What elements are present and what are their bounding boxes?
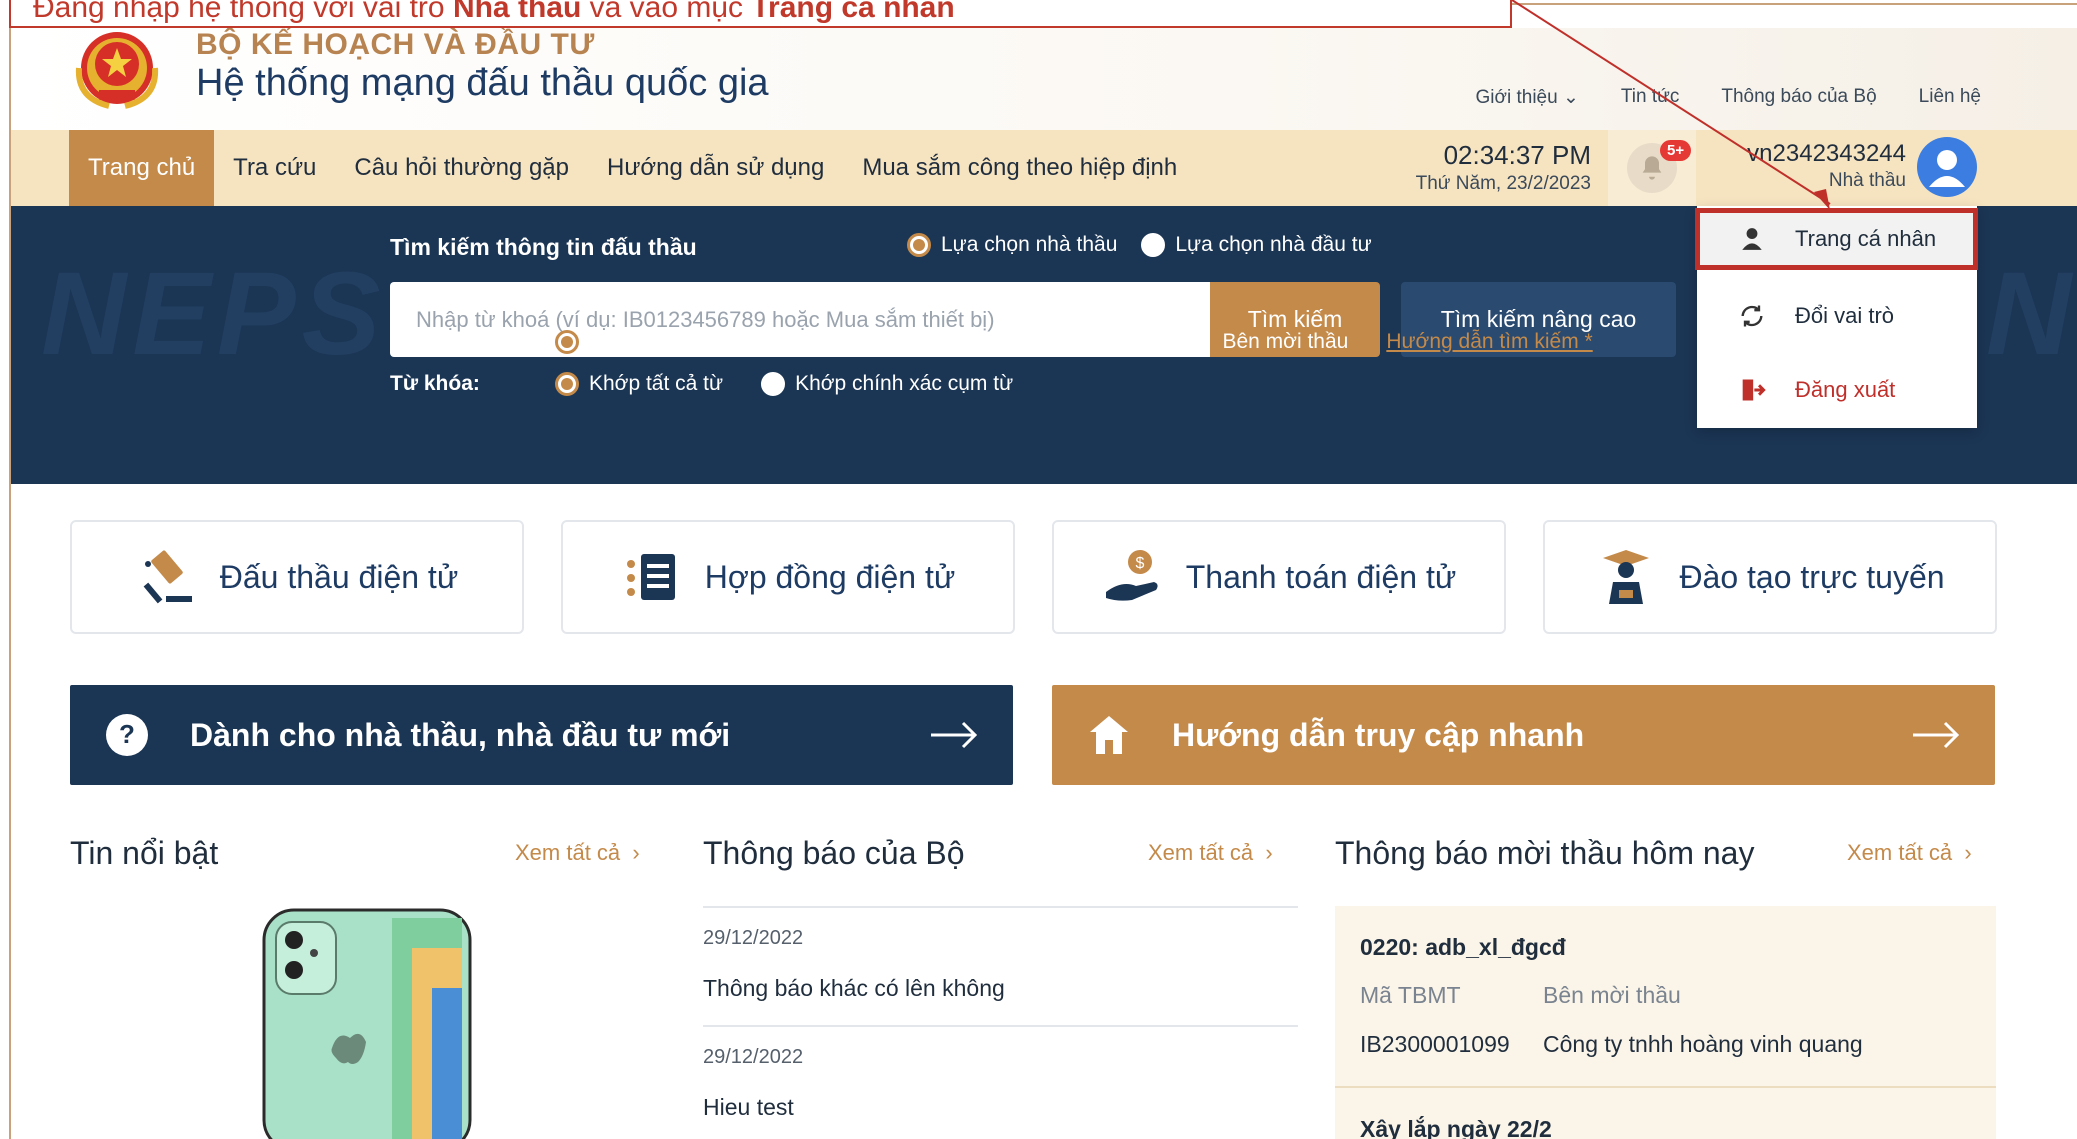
system-title: Hệ thống mạng đấu thầu quốc gia: [196, 62, 769, 104]
page: BỘ KẾ HOẠCH VÀ ĐẦU TƯ Hệ thống mạng đấu …: [0, 0, 2077, 1139]
radio-checked-icon: [555, 330, 579, 354]
radio-match-all-words[interactable]: Khớp tất cả từ: [555, 372, 723, 396]
divider: [703, 1025, 1298, 1027]
neps-watermark: NEPS: [41, 248, 387, 380]
main-nav: Trang chủ Tra cứu Câu hỏi thường gặp Hướ…: [11, 130, 2077, 206]
see-all-news-link[interactable]: Xem tất cả ›: [515, 840, 640, 866]
notification-badge: 5+: [1660, 140, 1692, 161]
notice-date: 29/12/2022: [703, 1046, 804, 1068]
card-e-contract[interactable]: Hợp đồng điện tử: [561, 520, 1015, 634]
nav-public-procurement[interactable]: Mua sắm công theo hiệp định: [843, 130, 1196, 206]
notice-title[interactable]: Thông báo khác có lên không: [703, 975, 1005, 1002]
role-radio-group: Lựa chọn nhà thầu Lựa chọn nhà đầu tư: [907, 233, 1372, 257]
radio-unchecked-icon: [1141, 233, 1166, 257]
checkbox-icon: [999, 330, 1024, 354]
checkbox-procuring-entity[interactable]: Bên mời thầu: [1182, 330, 1348, 354]
top-link-news[interactable]: Tin tức: [1621, 86, 1679, 109]
radio-match-exact-phrase[interactable]: Khớp chính xác cụm từ: [761, 372, 1013, 396]
clock: 02:34:37 PM Thứ Năm, 23/2/2023: [1381, 140, 1591, 195]
card-e-payment[interactable]: $ Thanh toán điện tử: [1052, 520, 1506, 634]
radio-unchecked-icon: [843, 330, 868, 354]
instruction-callout: Đăng nhập hệ thống với vai trò Nhà thầu …: [9, 0, 1512, 28]
user-info[interactable]: vn2342343244 Nhà thầu: [1726, 140, 1906, 192]
top-links: Giới thiệu ⌄ Tin tức Thông báo của Bộ Li…: [1476, 86, 1981, 109]
tender-code: IB2300001099: [1360, 1031, 1510, 1057]
menu-item-logout[interactable]: Đăng xuất: [1697, 357, 1977, 423]
radio-contractor-selection[interactable]: Lựa chọn nhà thầu: [907, 233, 1117, 257]
notification-button[interactable]: 5+: [1608, 130, 1696, 206]
radio-checked-icon: [907, 233, 931, 257]
svg-text:?: ?: [119, 719, 135, 749]
graduate-icon: [1603, 550, 1650, 604]
search-title: Tìm kiếm thông tin đấu thầu: [390, 234, 697, 260]
user-role: Nhà thầu: [1828, 170, 1906, 191]
search-input[interactable]: [416, 306, 1184, 333]
divider: [1335, 1086, 1996, 1088]
user-id: vn2342343244: [1747, 140, 1906, 167]
banner-new-users[interactable]: ? Dành cho nhà thầu, nhà đầu tư mới: [70, 685, 1013, 785]
tender-label-entity: Bên mời thầu: [1543, 982, 1681, 1008]
instruction-text: Đăng nhập hệ thống với vai trò Nhà thầu …: [33, 0, 955, 24]
radio-tender-number[interactable]: Số TBMT/ Tên gói thầu: [555, 330, 805, 354]
keyword-label: Từ khóa:: [390, 372, 480, 395]
see-all-tenders-link[interactable]: Xem tất cả ›: [1847, 840, 1972, 866]
gavel-icon: [143, 550, 192, 604]
top-link-contact[interactable]: Liên hệ: [1919, 86, 1981, 109]
section-title-ministry: Thông báo của Bộ: [703, 835, 965, 871]
refresh-icon: [1737, 301, 1767, 331]
tender-label-code: Mã TBMT: [1360, 982, 1461, 1008]
clock-date: Thứ Năm, 23/2/2023: [1415, 173, 1591, 194]
radio-khlcnt[interactable]: KHLCNT: [843, 330, 961, 354]
home-icon: [1090, 716, 1128, 754]
clock-time: 02:34:37 PM: [1443, 140, 1591, 170]
see-all-ministry-link[interactable]: Xem tất cả ›: [1148, 840, 1273, 866]
tender-title-next[interactable]: Xây lắp ngày 22/2: [1360, 1116, 1552, 1139]
nav-faq[interactable]: Câu hỏi thường gặp: [335, 130, 588, 206]
menu-item-switch-role[interactable]: Đổi vai trò: [1697, 283, 1977, 349]
search-guide-link[interactable]: Hướng dẫn tìm kiếm *: [1386, 330, 1592, 354]
neps-watermark-right: N: [1986, 248, 2072, 380]
ministry-name: BỘ KẾ HOẠCH VÀ ĐẦU TƯ: [196, 28, 595, 61]
divider: [703, 906, 1298, 908]
arrow-right-icon: [1913, 721, 1960, 749]
person-icon: [1737, 224, 1767, 254]
checkbox-icon: [1182, 330, 1207, 354]
menu-item-profile-highlighted[interactable]: Trang cá nhân: [1697, 208, 1977, 270]
top-link-about[interactable]: Giới thiệu ⌄: [1476, 86, 1579, 109]
top-link-ministry-notices[interactable]: Thông báo của Bộ: [1721, 86, 1876, 109]
card-online-training[interactable]: Đào tạo trực tuyến: [1543, 520, 1997, 634]
notice-title[interactable]: Hieu test: [703, 1094, 794, 1121]
nav-lookup[interactable]: Tra cứu: [214, 130, 335, 206]
radio-unchecked-icon: [761, 372, 786, 396]
svg-text:$: $: [1135, 555, 1144, 572]
payment-hand-icon: $: [1105, 550, 1158, 601]
avatar[interactable]: [1917, 137, 1977, 197]
section-title-news: Tin nổi bật: [70, 835, 219, 871]
site-header: BỘ KẾ HOẠCH VÀ ĐẦU TƯ Hệ thống mạng đấu …: [11, 28, 2077, 130]
help-circle-icon: ?: [106, 714, 148, 756]
notice-date: 29/12/2022: [703, 927, 804, 949]
contract-document-icon: [626, 554, 675, 600]
featured-news-image[interactable]: [262, 908, 472, 1139]
search-by-label: Tìm theo:: [390, 330, 485, 353]
nav-user-guide[interactable]: Hướng dẫn sử dụng: [588, 130, 843, 206]
search-by-row: Tìm theo: Số TBMT/ Tên gói thầu KHLCNT C…: [390, 330, 1593, 354]
card-e-bidding[interactable]: Đấu thầu điện tử: [70, 520, 524, 634]
tender-entity: Công ty tnhh hoàng vinh quang: [1543, 1031, 1863, 1057]
arrow-right-icon: [931, 721, 978, 749]
radio-checked-icon: [555, 372, 579, 396]
nav-home[interactable]: Trang chủ: [69, 130, 215, 206]
section-title-tenders: Thông báo mời thầu hôm nay: [1335, 835, 1755, 871]
tender-title[interactable]: 0220: adb_xl_đgcđ: [1360, 934, 1566, 961]
banner-quick-access[interactable]: Hướng dẫn truy cập nhanh: [1052, 685, 1995, 785]
radio-investor-selection[interactable]: Lựa chọn nhà đầu tư: [1141, 233, 1372, 257]
callout-divider: [1512, 3, 2077, 5]
checkbox-investor[interactable]: Chủ đầu tư: [999, 330, 1144, 354]
user-avatar-icon: [1929, 150, 1965, 187]
keyword-row: Từ khóa: Khớp tất cả từ Khớp chính xác c…: [390, 372, 1051, 396]
national-emblem-icon: [75, 32, 159, 109]
logout-icon: [1737, 375, 1767, 405]
